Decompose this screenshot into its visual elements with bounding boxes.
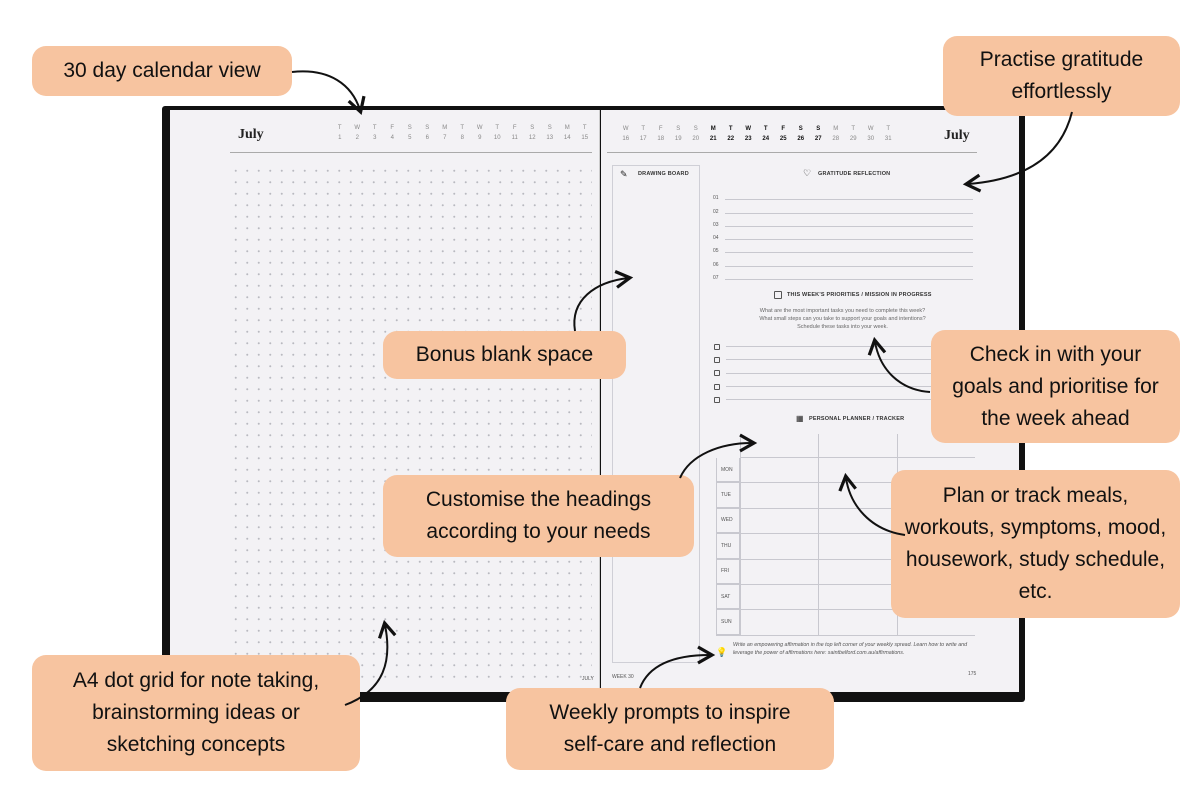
arrow-tracker (838, 472, 906, 536)
arrow-prompts (639, 645, 716, 689)
arrow-dot-grid (344, 619, 397, 706)
callout-arrows (291, 70, 1073, 706)
arrow-blank (573, 270, 634, 332)
arrow-headings (679, 433, 758, 479)
arrow-calendar (291, 70, 366, 115)
arrow-gratitude (962, 111, 1073, 193)
arrow-goals (867, 336, 931, 393)
